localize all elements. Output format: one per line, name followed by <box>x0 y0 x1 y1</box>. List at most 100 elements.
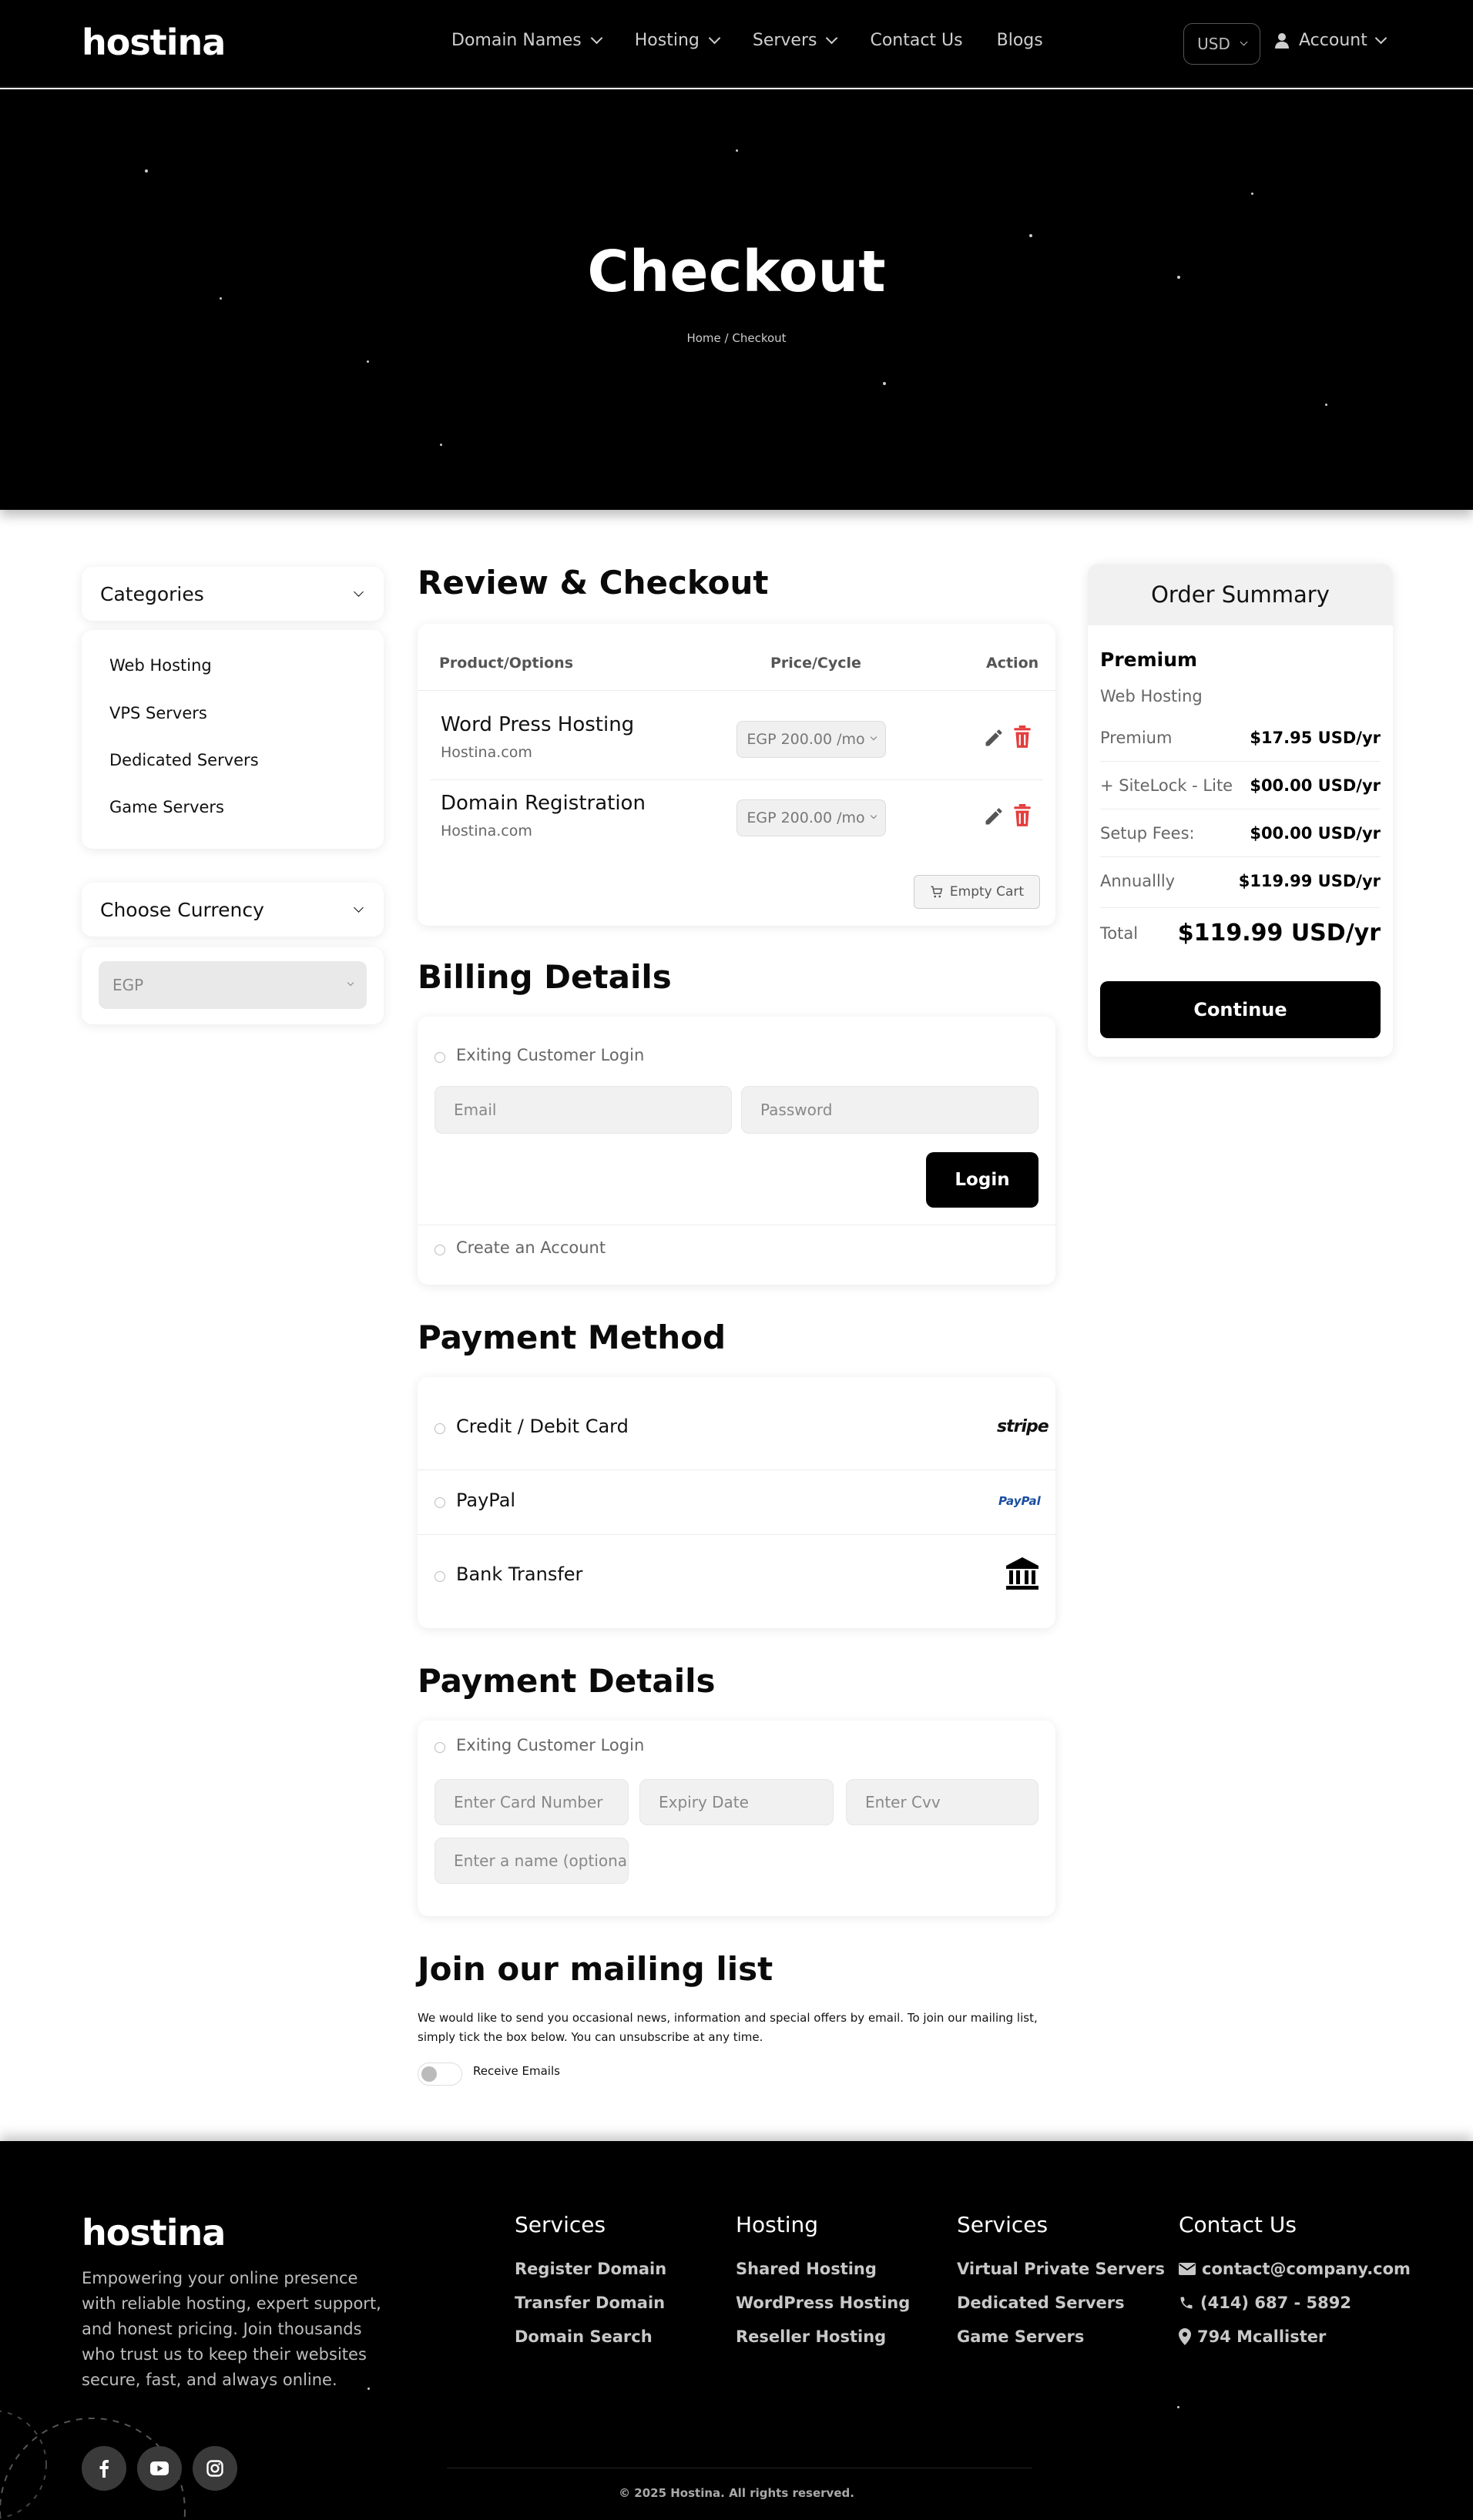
empty-cart-button[interactable]: Empty Cart <box>914 875 1040 909</box>
create-account-radio[interactable] <box>435 1245 445 1255</box>
card-number-field[interactable]: Enter Card Number <box>435 1779 629 1825</box>
order-summary-card: Order Summary Premium Web Hosting Premiu… <box>1088 564 1393 1057</box>
contact-address-text: 794 Mcallister <box>1197 2327 1327 2346</box>
edit-pencil-icon[interactable] <box>983 806 1005 827</box>
login-button[interactable]: Login <box>926 1152 1038 1208</box>
paypal-logo: PayPal <box>998 1494 1041 1508</box>
summary-row: Annuallly $119.99 USD/yr <box>1100 872 1381 890</box>
menu-label: Servers <box>752 31 817 50</box>
currency-value: USD <box>1197 35 1230 53</box>
contact-phone-text: (414) 687 - 5892 <box>1200 2294 1351 2312</box>
currency-dropdown[interactable]: Choose Currency <box>82 883 384 937</box>
chevron-down-icon <box>590 32 603 45</box>
edit-pencil-icon[interactable] <box>983 727 1005 749</box>
payment-login-radio[interactable] <box>435 1742 445 1753</box>
footer-link[interactable]: Transfer Domain <box>515 2294 665 2312</box>
top-navbar: hostina Domain Names Hosting Servers Con… <box>0 0 1473 88</box>
cvv-field[interactable]: Enter Cvv <box>846 1779 1038 1825</box>
category-dedicated-servers[interactable]: Dedicated Servers <box>109 751 259 769</box>
user-icon <box>1275 32 1289 49</box>
price-cycle-value: EGP 200.00 /mo <box>747 809 865 826</box>
category-web-hosting[interactable]: Web Hosting <box>109 656 212 675</box>
footer-link[interactable]: Virtual Private Servers <box>957 2260 1165 2278</box>
facebook-button[interactable] <box>82 2446 126 2491</box>
payment-login-label: Exiting Customer Login <box>456 1736 645 1754</box>
breadcrumb: Home / Checkout <box>0 331 1473 345</box>
menu-label: Hosting <box>634 31 700 50</box>
footer-col-title: Hosting <box>736 2212 819 2237</box>
price-cycle-value: EGP 200.00 /mo <box>747 731 865 748</box>
instagram-button[interactable] <box>193 2446 237 2491</box>
currency-select[interactable]: USD <box>1183 23 1260 65</box>
bank-option-label[interactable]: Bank Transfer <box>456 1563 582 1585</box>
footer-col-title: Services <box>515 2212 606 2237</box>
payment-method-title: Payment Method <box>418 1319 726 1356</box>
existing-login-radio[interactable] <box>435 1052 445 1063</box>
youtube-button[interactable] <box>137 2446 182 2491</box>
categories-list: Web Hosting VPS Servers Dedicated Server… <box>82 630 384 849</box>
summary-row: Premium $17.95 USD/yr <box>1100 729 1381 747</box>
card-radio[interactable] <box>435 1423 445 1434</box>
price-cycle-select[interactable]: EGP 200.00 /mo <box>736 799 886 836</box>
menu-label: Blogs <box>996 31 1043 50</box>
password-field[interactable]: Password <box>741 1086 1038 1134</box>
breadcrumb-separator: / <box>724 331 729 345</box>
paypal-option-label[interactable]: PayPal <box>456 1490 515 1511</box>
summary-total-row: Total $119.99 USD/yr <box>1100 920 1381 947</box>
price-cycle-select[interactable]: EGP 200.00 /mo <box>736 721 886 758</box>
delete-trash-icon[interactable] <box>1012 804 1032 827</box>
page-title: Checkout <box>587 239 886 305</box>
footer-link[interactable]: Shared Hosting <box>736 2260 877 2278</box>
card-option-label[interactable]: Credit / Debit Card <box>456 1416 629 1437</box>
plan-type: Web Hosting <box>1100 687 1203 705</box>
menu-servers[interactable]: Servers <box>752 31 838 50</box>
footer-link[interactable]: Reseller Hosting <box>736 2327 886 2346</box>
summary-label: Premium <box>1100 729 1173 747</box>
summary-label: Setup Fees: <box>1100 824 1195 843</box>
menu-label: Contact Us <box>870 31 963 50</box>
categories-title: Categories <box>100 582 204 605</box>
footer-link[interactable]: Dedicated Servers <box>957 2294 1125 2312</box>
youtube-icon <box>150 2461 169 2475</box>
col-action: Action <box>986 655 1039 672</box>
footer-link[interactable]: Domain Search <box>515 2327 653 2346</box>
contact-phone[interactable]: (414) 687 - 5892 <box>1179 2294 1351 2312</box>
summary-row: Setup Fees: $00.00 USD/yr <box>1100 824 1381 843</box>
chevron-down-icon <box>870 812 877 819</box>
footer-logo[interactable]: hostina <box>82 2212 226 2254</box>
summary-label: + SiteLock - Lite <box>1100 776 1233 795</box>
main-menu: Domain Names Hosting Servers Contact Us … <box>451 31 1043 50</box>
breadcrumb-home[interactable]: Home <box>686 331 720 345</box>
existing-login-label: Exiting Customer Login <box>456 1046 645 1064</box>
category-vps-servers[interactable]: VPS Servers <box>109 704 207 722</box>
chevron-down-icon <box>354 586 364 597</box>
cart-item-sub: Hostina.com <box>441 744 532 761</box>
cardholder-name-field[interactable]: Enter a name (optional) <box>435 1838 629 1884</box>
paypal-radio[interactable] <box>435 1497 445 1508</box>
delete-trash-icon[interactable] <box>1012 726 1032 749</box>
map-pin-icon <box>1179 2328 1191 2345</box>
contact-address: 794 Mcallister <box>1179 2327 1326 2346</box>
contact-email[interactable]: contact@company.com <box>1179 2260 1411 2278</box>
footer-link[interactable]: WordPress Hosting <box>736 2294 910 2312</box>
menu-hosting[interactable]: Hosting <box>634 31 721 50</box>
footer-link[interactable]: Game Servers <box>957 2327 1084 2346</box>
envelope-icon <box>1179 2263 1196 2275</box>
categories-dropdown[interactable]: Categories <box>82 567 384 621</box>
menu-blogs[interactable]: Blogs <box>997 31 1043 50</box>
email-field[interactable]: Email <box>435 1086 732 1134</box>
expiry-date-field[interactable]: Expiry Date <box>639 1779 834 1825</box>
continue-button[interactable]: Continue <box>1100 981 1381 1038</box>
menu-contact-us[interactable]: Contact Us <box>870 31 962 50</box>
site-logo[interactable]: hostina <box>82 22 226 63</box>
category-game-servers[interactable]: Game Servers <box>109 798 224 816</box>
cart-item-name: Word Press Hosting <box>441 713 635 736</box>
bank-transfer-radio[interactable] <box>435 1571 445 1582</box>
currency-select-box[interactable]: EGP <box>99 961 367 1009</box>
menu-domain-names[interactable]: Domain Names <box>451 31 603 50</box>
account-menu[interactable]: Account <box>1274 31 1387 50</box>
footer-link[interactable]: Register Domain <box>515 2260 666 2278</box>
chevron-down-icon <box>870 733 877 741</box>
receive-emails-toggle[interactable] <box>418 2063 462 2086</box>
billing-card: Exiting Customer Login Email Password Lo… <box>418 1017 1055 1285</box>
